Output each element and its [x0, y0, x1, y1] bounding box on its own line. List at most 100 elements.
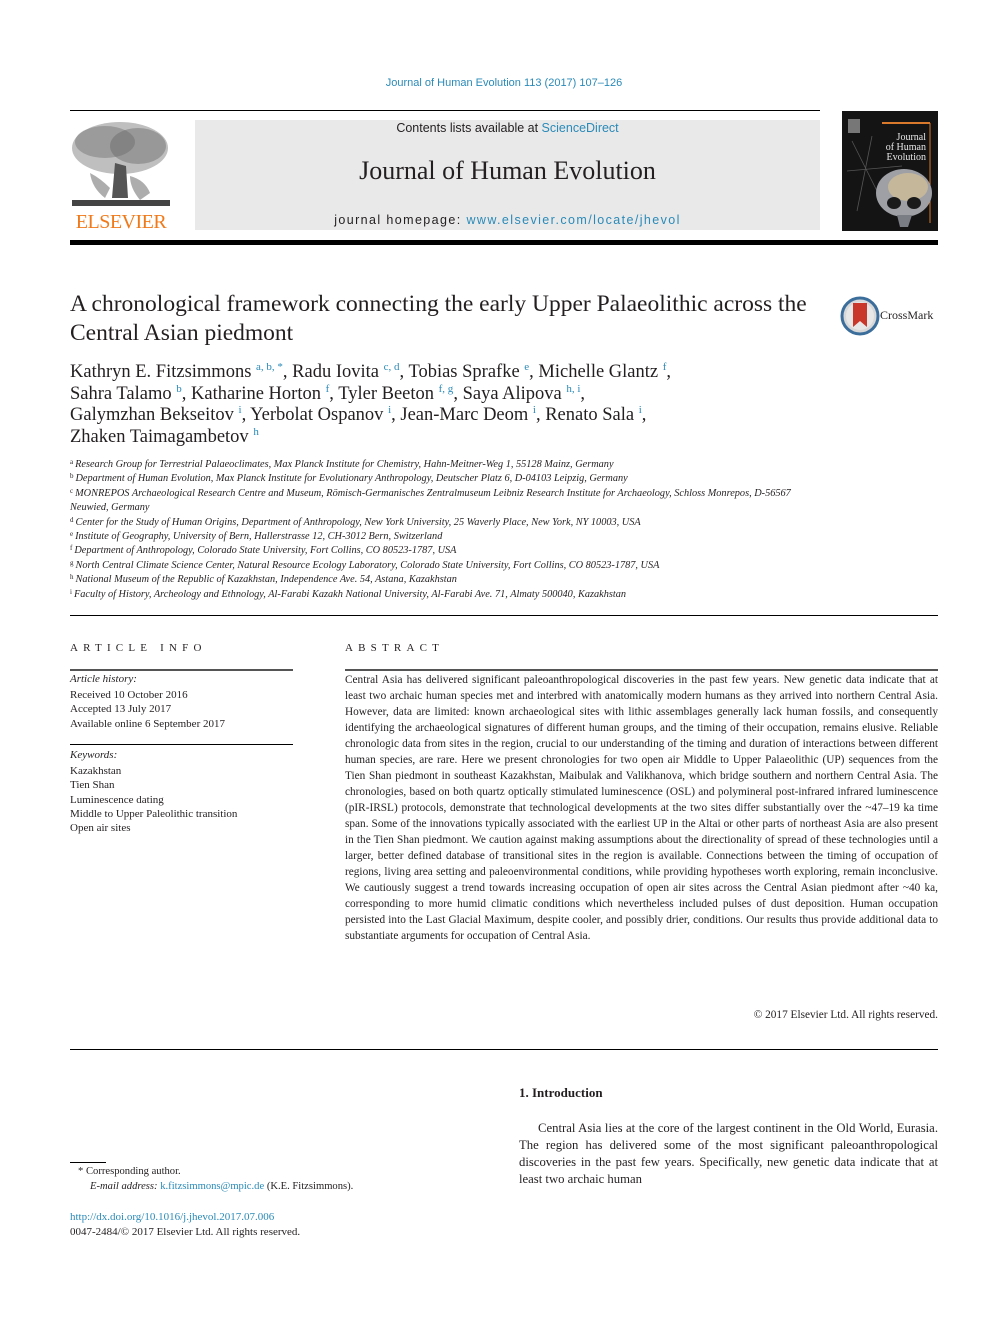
- author-name: Katharine Horton: [191, 383, 326, 404]
- keyword-item: Tien Shan: [70, 779, 115, 792]
- doi-link[interactable]: http://dx.doi.org/10.1016/j.jhevol.2017.…: [70, 1211, 274, 1223]
- affiliation-key: c: [70, 486, 74, 495]
- tree-icon: [70, 118, 172, 210]
- affiliation-text: Faculty of History, Archeology and Ethno…: [73, 588, 627, 600]
- author-affiliation-marker[interactable]: h: [253, 426, 259, 438]
- abstract-copyright: © 2017 Elsevier Ltd. All rights reserved…: [753, 1009, 938, 1021]
- keywords-label: Keywords:: [70, 749, 118, 761]
- keyword-item: Open air sites: [70, 822, 131, 835]
- author-name: Sahra Talamo: [70, 383, 177, 404]
- author-name: Radu Iovita: [292, 362, 384, 382]
- body-rule: [70, 1049, 938, 1050]
- affiliation-key: h: [70, 573, 74, 582]
- affiliation-text: Institute of Geography, University of Be…: [75, 531, 443, 543]
- affiliation-item: c MONREPOS Archaeological Research Centre…: [70, 487, 830, 516]
- author-name: Yerbolat Ospanov: [250, 405, 389, 425]
- affiliation-key: b: [70, 472, 74, 481]
- affiliation-text: Center for the Study of Human Origins, D…: [75, 516, 641, 528]
- affiliation-item: f Department of Anthropology, Colorado St…: [70, 544, 830, 558]
- email-label: E-mail address:: [90, 1181, 158, 1192]
- author-affiliation-marker[interactable]: c, d: [384, 361, 400, 373]
- affiliation-text: MONREPOS Archaeological Research Centre …: [70, 487, 791, 514]
- author-name: Saya Alipova: [462, 383, 567, 404]
- author-affiliation-marker[interactable]: f, g: [439, 383, 454, 395]
- affiliation-key: d: [70, 515, 74, 524]
- corresponding-marker: *: [78, 1166, 84, 1177]
- keywords-rule: [70, 744, 293, 745]
- journal-cover-image: Journal of Human Evolution: [842, 111, 938, 231]
- author-separator: ,: [580, 383, 586, 404]
- affiliation-item: a Research Group for Terrestrial Palaeocl…: [70, 458, 830, 472]
- keyword-item: Luminescence dating: [70, 793, 164, 806]
- article-history-list: Received 10 October 2016 Accepted 13 Jul…: [70, 688, 225, 731]
- corresponding-author-note: * Corresponding author.: [78, 1166, 181, 1177]
- author-name: Zhaken Taimagambetov: [70, 426, 254, 447]
- email-owner: (K.E. Fitzsimmons).: [266, 1181, 354, 1192]
- sciencedirect-link[interactable]: ScienceDirect: [542, 121, 619, 135]
- affiliation-item: i Faculty of History, Archeology and Ethn…: [70, 588, 830, 602]
- issn-copyright: 0047-2484/© 2017 Elsevier Ltd. All right…: [70, 1226, 301, 1238]
- email-link[interactable]: k.fitzsimmons@mpic.de: [160, 1181, 264, 1192]
- affiliation-item: g North Central Climate Science Center, N…: [70, 559, 830, 573]
- history-online: Available online 6 September 2017: [70, 717, 225, 730]
- author-list: Kathryn E. Fitzsimmons a, b, *, Radu Iov…: [70, 362, 830, 448]
- keyword-item: Kazakhstan: [70, 765, 122, 777]
- author-separator: ,: [241, 405, 251, 425]
- affiliation-item: h National Museum of the Republic of Kaza…: [70, 573, 830, 587]
- crossmark-label[interactable]: CrossMark: [880, 308, 933, 323]
- history-received: Received 10 October 2016: [70, 689, 188, 701]
- article-history-label: Article history:: [70, 673, 137, 685]
- author-separator: ,: [666, 362, 672, 382]
- author-separator: ,: [329, 383, 339, 404]
- cover-title-line-3: Evolution: [886, 152, 926, 163]
- section-rule: [70, 615, 938, 616]
- affiliation-text: Department of Human Evolution, Max Planc…: [75, 473, 628, 485]
- journal-title: Journal of Human Evolution: [359, 156, 656, 185]
- homepage-link[interactable]: www.elsevier.com/locate/jhevol: [466, 213, 680, 227]
- corresponding-text: Corresponding author.: [85, 1166, 181, 1177]
- affiliation-text: National Museum of the Republic of Kazak…: [75, 574, 457, 586]
- affiliation-key: a: [70, 458, 74, 466]
- author-name: Tobias Sprafke: [408, 362, 525, 382]
- abstract-rule: [345, 669, 938, 671]
- running-head-citation[interactable]: Journal of Human Evolution 113 (2017) 10…: [0, 77, 992, 89]
- elsevier-wordmark: ELSEVIER: [75, 211, 167, 233]
- article-info-rule: [70, 669, 293, 671]
- contents-prefix: Contents lists available at: [396, 121, 542, 135]
- author-separator: ,: [181, 383, 191, 404]
- author-name: Tyler Beeton: [338, 383, 439, 404]
- top-rule: [70, 110, 820, 111]
- abstract-heading: ABSTRACT: [345, 642, 445, 654]
- skull-cover-icon: [842, 111, 938, 231]
- author-affiliation-marker[interactable]: h, i: [566, 383, 580, 395]
- affiliation-key: i: [70, 587, 72, 596]
- author-affiliation-marker[interactable]: a, b, *: [256, 361, 283, 373]
- affiliation-list: a Research Group for Terrestrial Palaeocl…: [70, 458, 830, 602]
- affiliation-key: g: [70, 558, 74, 567]
- author-name: Jean-Marc Deom: [400, 405, 533, 425]
- introduction-body: Central Asia lies at the core of the lar…: [519, 1121, 938, 1186]
- journal-homepage: journal homepage: www.elsevier.com/locat…: [195, 213, 820, 227]
- keyword-item: Middle to Upper Paleolithic transition: [70, 807, 238, 820]
- contents-availability: Contents lists available at ScienceDirec…: [195, 121, 820, 135]
- author-separator: ,: [453, 383, 463, 404]
- affiliation-key: f: [70, 544, 73, 553]
- author-name: Renato Sala: [545, 405, 639, 425]
- introduction-heading: 1. Introduction: [519, 1085, 603, 1100]
- affiliation-item: b Department of Human Evolution, Max Plan…: [70, 472, 830, 486]
- affiliation-key: e: [70, 530, 74, 539]
- author-separator: ,: [391, 405, 401, 425]
- crossmark-icon: [840, 296, 880, 336]
- homepage-prefix: journal homepage:: [334, 213, 467, 227]
- author-name: Galymzhan Bekseitov: [70, 405, 239, 425]
- masthead-thick-rule: [70, 240, 938, 245]
- author-separator: ,: [535, 405, 546, 425]
- affiliation-item: d Center for the Study of Human Origins, …: [70, 516, 830, 530]
- affiliation-text: Department of Anthropology, Colorado Sta…: [74, 545, 457, 557]
- footnote-rule: [70, 1162, 106, 1163]
- email-note: E-mail address: k.fitzsimmons@mpic.de (K…: [90, 1181, 353, 1192]
- article-title: A chronological framework connecting the…: [70, 291, 807, 346]
- article-info-heading: ARTICLE INFO: [70, 642, 207, 654]
- author-separator: ,: [282, 362, 293, 382]
- affiliation-text: North Central Climate Science Center, Na…: [75, 559, 660, 571]
